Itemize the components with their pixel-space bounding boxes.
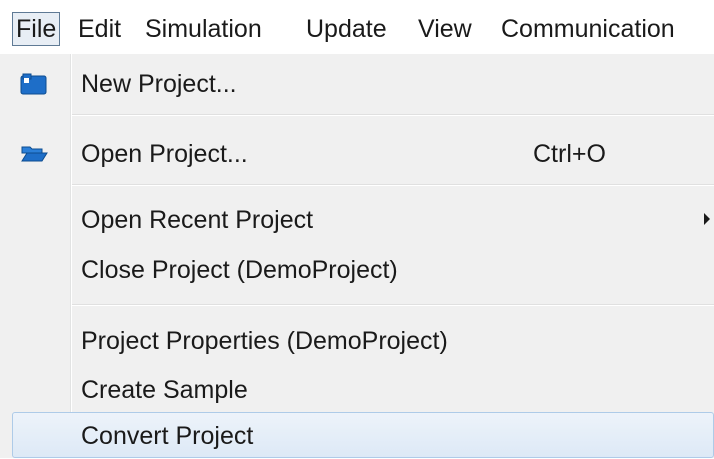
menu-bar: File Edit Simulation Update View Communi… [0, 0, 714, 54]
menu-item-label: Open Project... [81, 140, 248, 168]
menu-view[interactable]: View [418, 12, 472, 46]
submenu-arrow-icon [704, 213, 710, 225]
menu-separator [72, 184, 714, 186]
shortcut-text: Ctrl+O [533, 140, 606, 168]
menu-item-label: Open Recent Project [81, 206, 314, 234]
menu-item-label: Convert Project [81, 422, 254, 450]
new-project-icon [20, 72, 48, 96]
menu-item-label: Project Properties (DemoProject) [81, 327, 448, 355]
menu-communication[interactable]: Communication [501, 12, 675, 46]
menu-item-open-recent-project[interactable]: Open Recent Project [0, 197, 714, 243]
menu-item-project-properties[interactable]: Project Properties (DemoProject) [0, 318, 714, 364]
menu-update[interactable]: Update [306, 12, 387, 46]
menu-item-label: Close Project (DemoProject) [81, 256, 398, 284]
menu-simulation[interactable]: Simulation [145, 12, 262, 46]
menu-item-open-project[interactable]: Open Project... Ctrl+O [0, 131, 714, 177]
menu-edit[interactable]: Edit [78, 12, 121, 46]
menu-item-label: Create Sample [81, 376, 248, 404]
menu-item-convert-project[interactable]: Convert Project [12, 412, 714, 458]
menu-item-label: New Project... [81, 70, 237, 98]
folder-open-icon [20, 142, 48, 166]
menu-item-close-project[interactable]: Close Project (DemoProject) [0, 247, 714, 293]
menu-file[interactable]: File [12, 12, 61, 46]
menu-item-create-sample[interactable]: Create Sample [0, 367, 714, 413]
menu-item-new-project[interactable]: New Project... [0, 61, 714, 107]
menu-separator [72, 304, 714, 306]
file-dropdown-menu: New Project... Open Project... Ctrl+O Op… [0, 54, 714, 458]
menu-separator [72, 114, 714, 116]
